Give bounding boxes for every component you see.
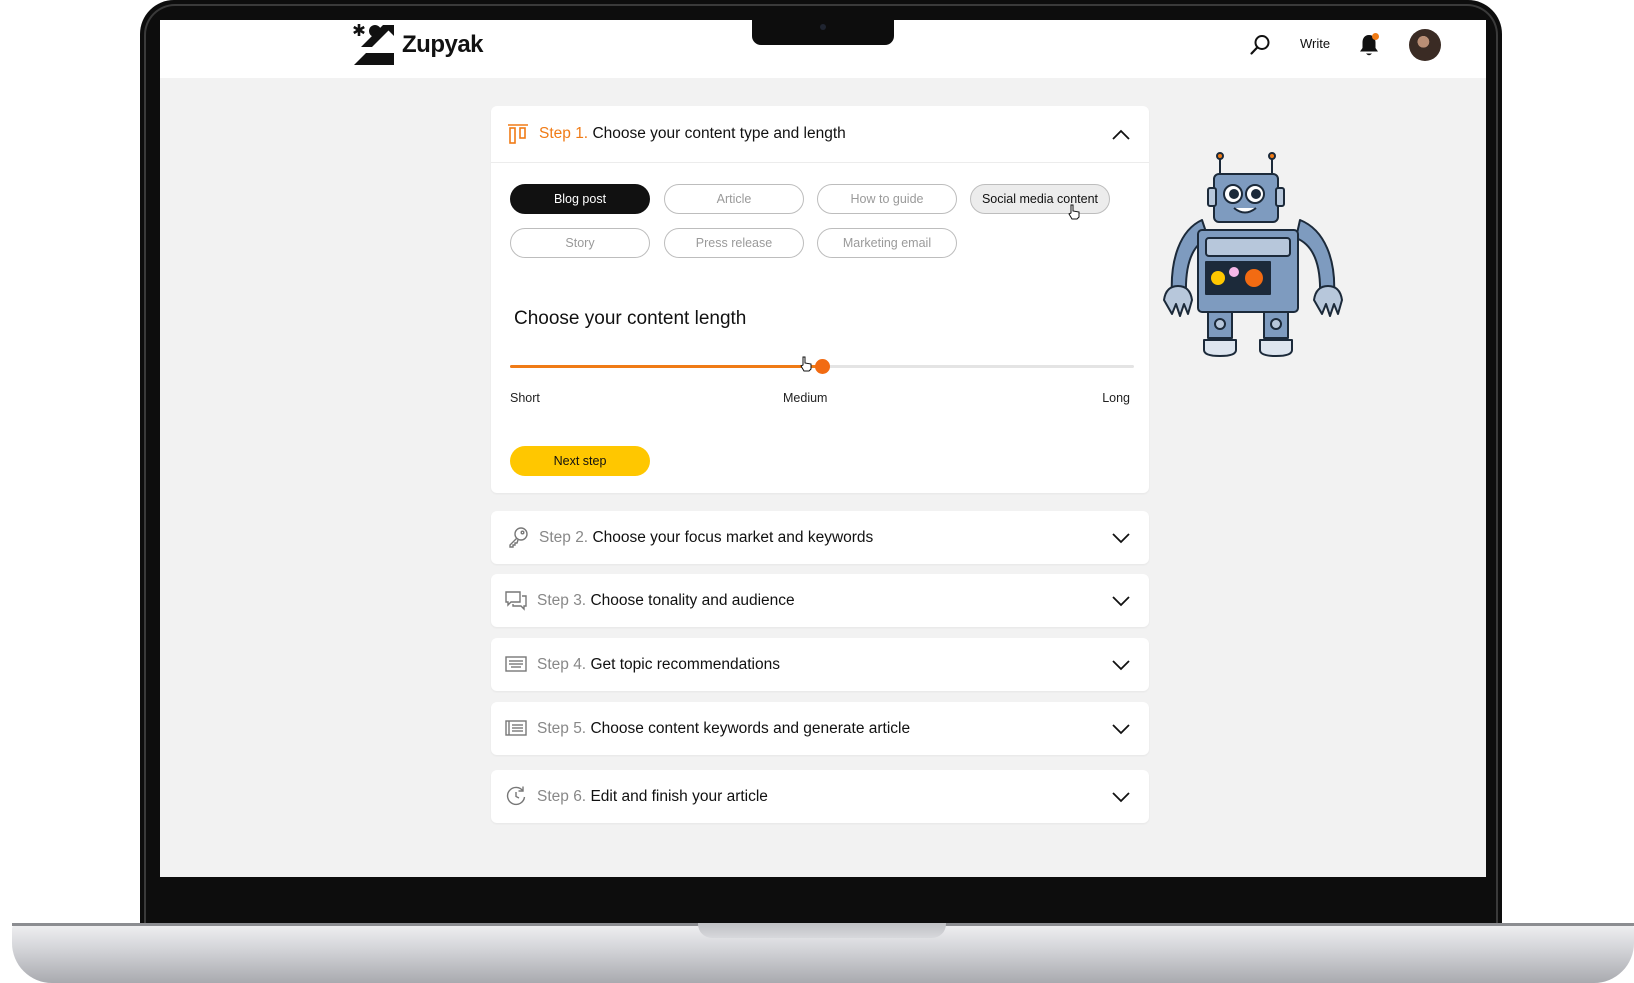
content-type-option[interactable]: Story (510, 228, 650, 258)
step-3-header[interactable]: Step 3. Choose tonality and audience (491, 574, 1149, 627)
step-5-number: Step 5. (537, 720, 587, 737)
columns-icon (508, 124, 528, 144)
step-4-title: Step 4. Get topic recommendations (537, 656, 780, 674)
keyboard-icon (505, 656, 527, 672)
step-5-card: Step 5. Choose content keywords and gene… (491, 702, 1149, 755)
chevron-down-icon[interactable] (1111, 591, 1131, 611)
notification-bell-icon[interactable] (1357, 32, 1381, 58)
step-4-label: Get topic recommendations (590, 656, 780, 673)
step-5-header[interactable]: Step 5. Choose content keywords and gene… (491, 702, 1149, 755)
write-link[interactable]: Write (1300, 36, 1330, 51)
robot-mascot-illustration (1163, 152, 1343, 357)
zupyak-logo-icon (353, 24, 394, 65)
chevron-up-icon[interactable] (1111, 125, 1131, 145)
content-type-option[interactable]: Social media content (970, 184, 1110, 214)
step-6-label: Edit and finish your article (590, 788, 768, 805)
user-avatar[interactable] (1409, 29, 1441, 61)
chat-icon (505, 591, 527, 611)
slider-fill (510, 365, 822, 368)
camera-icon (820, 24, 826, 30)
step-1-header[interactable]: Step 1. Choose your content type and len… (491, 106, 1149, 162)
step-2-number: Step 2. (539, 529, 589, 546)
step-3-card: Step 3. Choose tonality and audience (491, 574, 1149, 627)
step-5-title: Step 5. Choose content keywords and gene… (537, 720, 910, 738)
next-step-button[interactable]: Next step (510, 446, 650, 476)
content-length-slider[interactable] (510, 359, 1134, 374)
laptop-base-groove (698, 923, 946, 938)
step-3-title: Step 3. Choose tonality and audience (537, 592, 795, 610)
step-3-label: Choose tonality and audience (590, 592, 795, 609)
hand-pointer-icon (800, 356, 812, 372)
screen: Zupyak Write Step 1. Choose your content… (160, 20, 1486, 877)
step-1-card: Step 1. Choose your content type and len… (491, 106, 1149, 493)
length-label-medium: Medium (783, 391, 828, 405)
step-2-header[interactable]: Step 2. Choose your focus market and key… (491, 511, 1149, 564)
slider-thumb[interactable] (815, 359, 830, 374)
length-label-long: Long (1102, 391, 1130, 405)
chevron-down-icon[interactable] (1111, 655, 1131, 675)
chevron-down-icon[interactable] (1111, 528, 1131, 548)
brand-logo[interactable]: Zupyak (352, 23, 484, 67)
step-1-divider (491, 162, 1149, 163)
step-4-card: Step 4. Get topic recommendations (491, 638, 1149, 691)
brand-name: Zupyak (402, 31, 484, 58)
step-6-number: Step 6. (537, 788, 587, 805)
content-length-title: Choose your content length (514, 308, 747, 329)
step-2-card: Step 2. Choose your focus market and key… (491, 511, 1149, 564)
step-5-label: Choose content keywords and generate art… (590, 720, 911, 737)
search-icon[interactable] (1248, 33, 1272, 57)
step-1-label: Choose your content type and length (592, 125, 846, 142)
step-4-number: Step 4. (537, 656, 587, 673)
content-type-option[interactable]: Blog post (510, 184, 650, 214)
hand-pointer-icon (1068, 204, 1080, 220)
content-type-option[interactable]: Marketing email (817, 228, 957, 258)
step-6-header[interactable]: Step 6. Edit and finish your article (491, 770, 1149, 823)
step-6-title: Step 6. Edit and finish your article (537, 788, 768, 806)
key-icon (509, 527, 528, 548)
step-6-card: Step 6. Edit and finish your article (491, 770, 1149, 823)
chevron-down-icon[interactable] (1111, 719, 1131, 739)
step-2-label: Choose your focus market and keywords (592, 529, 874, 546)
step-3-number: Step 3. (537, 592, 587, 609)
step-1-title: Step 1. Choose your content type and len… (539, 125, 846, 143)
step-2-title: Step 2. Choose your focus market and key… (539, 529, 873, 547)
refresh-icon (506, 786, 526, 806)
step-4-header[interactable]: Step 4. Get topic recommendations (491, 638, 1149, 691)
length-label-short: Short (510, 391, 540, 405)
content-type-option[interactable]: Article (664, 184, 804, 214)
list-icon (505, 720, 527, 736)
content-type-option[interactable]: How to guide (817, 184, 957, 214)
content-type-option[interactable]: Press release (664, 228, 804, 258)
step-1-number: Step 1. (539, 125, 589, 142)
chevron-down-icon[interactable] (1111, 787, 1131, 807)
